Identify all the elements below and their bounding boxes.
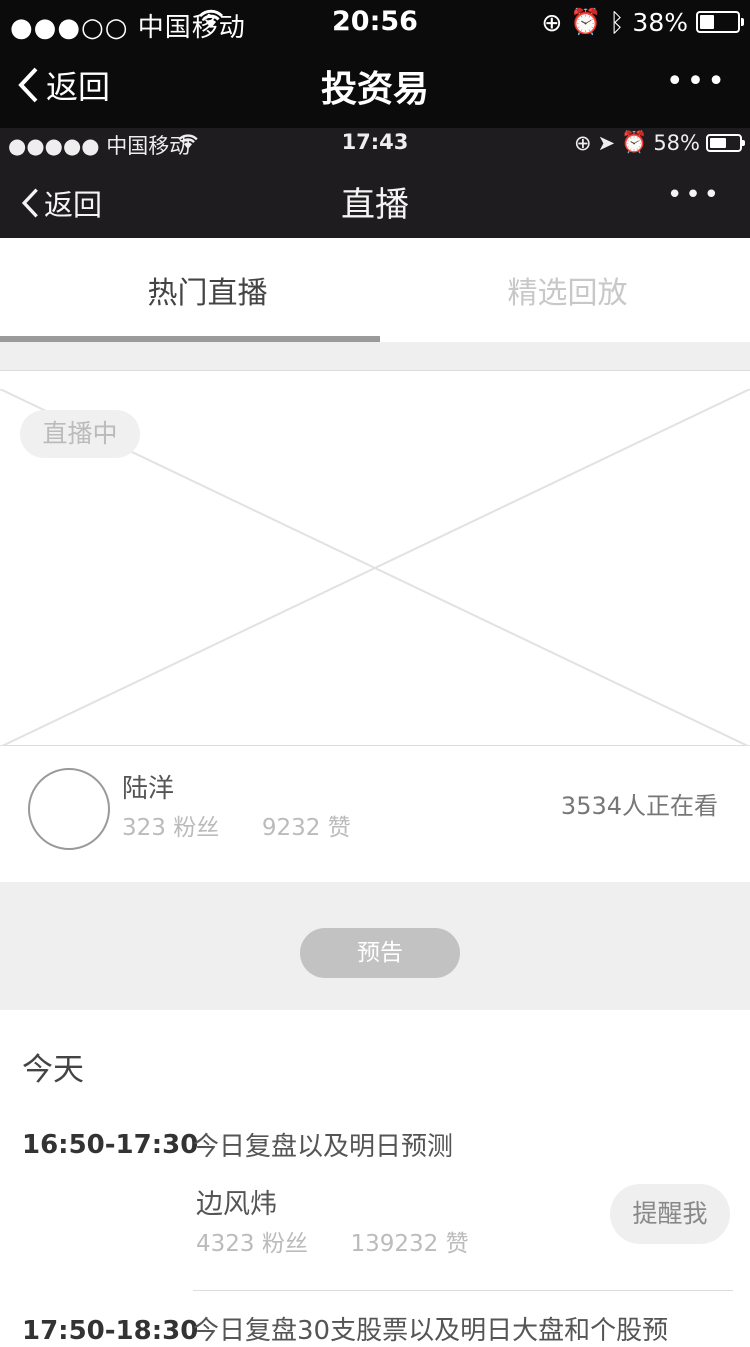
outer-status-bar: ●●●○○ 中国移动 20:56 ⊕ ⏰ ᛒ 38%: [0, 0, 750, 43]
tab-replay[interactable]: 精选回放: [380, 268, 750, 312]
inner-status-right: ⊕ ➤ ⏰ 58%: [573, 130, 745, 155]
tab-hot-live[interactable]: 热门直播: [20, 268, 395, 312]
inner-battery-icon: [706, 133, 745, 152]
lock-rotation-icon: ⊕: [541, 7, 563, 37]
outer-nav-bar: 返回 投资易 •••: [0, 42, 750, 128]
streamer-likes: 9232 赞: [261, 815, 351, 841]
remind-me-button[interactable]: 提醒我: [610, 1184, 730, 1244]
streamer-name: 陆洋: [122, 774, 175, 804]
schedule-item-time: 17:50-18:30: [22, 1316, 199, 1346]
schedule-item-stats: 4323 粉丝 139232 赞: [196, 1224, 469, 1258]
inner-lock-icon: ⊕: [573, 130, 592, 155]
inner-alarm-icon: ⏰: [621, 130, 648, 154]
more-icon[interactable]: •••: [666, 64, 728, 99]
schedule-item-title[interactable]: 今日复盘以及明日预测: [193, 1126, 453, 1163]
viewer-count: 3534人正在看: [560, 792, 718, 820]
app-title: 投资易: [320, 69, 429, 110]
streamer-stats: 323 粉丝 9232 赞: [122, 808, 351, 842]
location-arrow-icon: ➤: [597, 130, 616, 155]
preview-label: 预告: [300, 928, 460, 978]
schedule-item-time: 16:50-17:30: [22, 1130, 199, 1160]
tab-bar: 热门直播 精选回放: [0, 238, 750, 343]
schedule-day-heading: 今天: [22, 1052, 84, 1088]
inner-more-icon[interactable]: •••: [667, 180, 722, 210]
schedule-divider: [193, 1290, 733, 1291]
bluetooth-icon: ᛒ: [609, 7, 625, 37]
schedule-item-title[interactable]: 今日复盘30支股票以及明日大盘和个股预: [193, 1310, 668, 1347]
inner-battery-percent: 58%: [653, 130, 700, 155]
live-status-badge: 直播中: [20, 410, 140, 458]
alarm-icon: ⏰: [570, 7, 602, 36]
schedule-host-fans: 4323 粉丝: [196, 1231, 308, 1257]
schedule-item-host: 边风炜: [196, 1189, 277, 1220]
avatar[interactable]: [28, 768, 110, 850]
inner-nav-bar: 返回 直播 •••: [0, 160, 750, 238]
streamer-fans: 323 粉丝: [122, 815, 220, 841]
status-right: ⊕ ⏰ ᛒ 38%: [541, 7, 744, 37]
battery-icon: [696, 11, 744, 33]
section-gap: [0, 342, 750, 370]
schedule-host-likes: 139232 赞: [350, 1231, 469, 1257]
inner-status-bar: ●●●●● 中国移动 17:43 ⊕ ➤ ⏰ 58%: [0, 128, 750, 160]
page-title: 直播: [341, 185, 409, 225]
battery-percent: 38%: [632, 7, 688, 37]
